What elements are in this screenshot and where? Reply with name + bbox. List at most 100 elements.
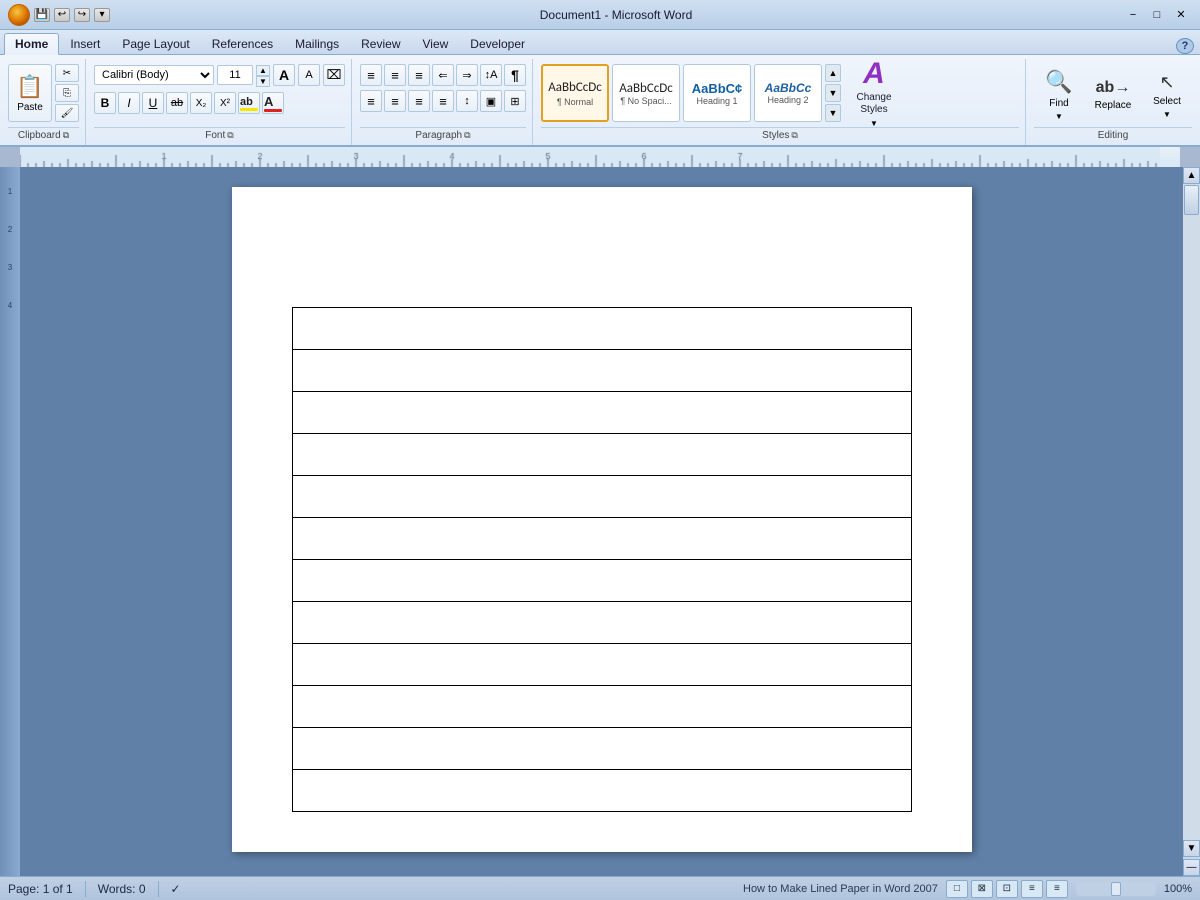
ribbon-help-btn[interactable]: ? <box>1176 38 1194 54</box>
table-cell[interactable] <box>292 518 911 560</box>
clear-formatting-button[interactable]: ⌧ <box>323 64 345 86</box>
subscript-button[interactable]: X₂ <box>190 92 212 114</box>
line-spacing-button[interactable]: ↕ <box>456 90 478 112</box>
table-cell[interactable] <box>292 434 911 476</box>
sort-button[interactable]: ↕A <box>480 64 502 86</box>
select-button[interactable]: ↖ Select ▼ <box>1142 69 1192 121</box>
font-shrink-button[interactable]: A <box>298 64 320 86</box>
styles-dialog-launcher[interactable]: ⧉ <box>791 130 797 141</box>
scroll-thumb[interactable] <box>1184 185 1199 215</box>
table-cell[interactable] <box>292 308 911 350</box>
draft-btn[interactable]: ≡ <box>1046 880 1068 898</box>
table-cell[interactable] <box>292 728 911 770</box>
numbering-button[interactable]: ≡ <box>384 64 406 86</box>
tab-mailings[interactable]: Mailings <box>284 32 350 54</box>
document-area[interactable] <box>20 167 1183 876</box>
outline-btn[interactable]: ≡ <box>1021 880 1043 898</box>
close-button[interactable]: ✕ <box>1170 5 1192 25</box>
cut-button[interactable]: ✂ <box>55 64 79 82</box>
tab-insert[interactable]: Insert <box>59 32 111 54</box>
style-heading2[interactable]: AaBbCc Heading 2 <box>754 64 822 122</box>
page-status: Page: 1 of 1 <box>8 882 73 896</box>
styles-scroll-up-btn[interactable]: ▲ <box>825 64 841 82</box>
table-cell[interactable] <box>292 602 911 644</box>
font-grow-btn[interactable]: ▲ <box>256 65 270 76</box>
ruler-right-margin <box>1180 147 1200 167</box>
zoom-thumb[interactable] <box>1111 882 1121 896</box>
font-grow-button[interactable]: A <box>273 64 295 86</box>
table-cell[interactable] <box>292 686 911 728</box>
minimize-button[interactable]: − <box>1122 5 1144 25</box>
table-cell[interactable] <box>292 476 911 518</box>
styles-scroll-down-btn[interactable]: ▼ <box>825 84 841 102</box>
show-marks-button[interactable]: ¶ <box>504 64 526 86</box>
tab-review[interactable]: Review <box>350 32 411 54</box>
quick-redo-btn[interactable]: ↪ <box>74 8 90 22</box>
superscript-button[interactable]: X² <box>214 92 236 114</box>
quick-undo-btn[interactable]: ↩ <box>54 8 70 22</box>
print-layout-btn[interactable]: □ <box>946 880 968 898</box>
text-highlight-button[interactable]: ab <box>238 92 260 114</box>
underline-button[interactable]: U <box>142 92 164 114</box>
italic-button[interactable]: I <box>118 92 140 114</box>
quick-save-btn[interactable]: 💾 <box>34 8 50 22</box>
strikethrough-button[interactable]: ab <box>166 92 188 114</box>
borders-button[interactable]: ⊞ <box>504 90 526 112</box>
tab-view[interactable]: View <box>412 32 460 54</box>
styles-more-btn[interactable]: ▼ <box>825 104 841 122</box>
v-ruler-tick: 3 <box>8 249 12 287</box>
style-normal[interactable]: AaBbCcDc ¶ Normal <box>541 64 609 122</box>
font-name-selector[interactable]: Calibri (Body) <box>94 65 214 85</box>
document-page[interactable] <box>232 187 972 852</box>
bold-button[interactable]: B <box>94 92 116 114</box>
quick-access-dropdown[interactable]: ▾ <box>94 8 110 22</box>
ruler-left-margin <box>0 147 20 167</box>
style-nospacing[interactable]: AaBbCcDc ¶ No Spaci... <box>612 64 680 122</box>
style-heading1[interactable]: AaBbC¢ Heading 1 <box>683 64 751 122</box>
clipboard-dialog-launcher[interactable]: ⧉ <box>63 130 69 141</box>
font-dialog-launcher[interactable]: ⧉ <box>227 130 233 141</box>
maximize-button[interactable]: □ <box>1146 5 1168 25</box>
font-size-input[interactable] <box>217 65 253 85</box>
paragraph-dialog-launcher[interactable]: ⧉ <box>464 130 470 141</box>
font-shrink-btn[interactable]: ▼ <box>256 76 270 87</box>
decrease-indent-button[interactable]: ⇐ <box>432 64 454 86</box>
align-left-button[interactable]: ≡ <box>360 90 382 112</box>
web-layout-btn[interactable]: ⊡ <box>996 880 1018 898</box>
full-screen-btn[interactable]: ⊠ <box>971 880 993 898</box>
zoom-slider[interactable] <box>1076 882 1156 896</box>
copy-button[interactable]: ⎘ <box>55 84 79 102</box>
proofing-icon[interactable]: ✓ <box>171 882 181 896</box>
tab-home[interactable]: Home <box>4 33 59 55</box>
table-row <box>292 602 911 644</box>
table-cell[interactable] <box>292 350 911 392</box>
justify-button[interactable]: ≡ <box>432 90 454 112</box>
table-cell[interactable] <box>292 770 911 812</box>
font-color-button[interactable]: A <box>262 92 284 114</box>
find-button[interactable]: 🔍 Find ▼ <box>1034 69 1084 121</box>
tab-developer[interactable]: Developer <box>459 32 536 54</box>
table-cell[interactable] <box>292 644 911 686</box>
increase-indent-button[interactable]: ⇒ <box>456 64 478 86</box>
paste-icon: 📋 <box>16 74 43 100</box>
format-painter-button[interactable]: 🖌 <box>55 104 79 122</box>
tab-page-layout[interactable]: Page Layout <box>111 32 200 54</box>
scroll-up-button[interactable]: ▲ <box>1183 167 1200 184</box>
paste-button[interactable]: 📋 Paste <box>8 64 52 122</box>
change-styles-button[interactable]: A Change Styles ▼ <box>844 63 904 123</box>
bullets-button[interactable]: ≡ <box>360 64 382 86</box>
document-table[interactable] <box>292 307 912 812</box>
scroll-split-button[interactable]: — <box>1183 859 1200 876</box>
status-separator <box>85 881 86 897</box>
shading-button[interactable]: ▣ <box>480 90 502 112</box>
align-center-button[interactable]: ≡ <box>384 90 406 112</box>
table-cell[interactable] <box>292 392 911 434</box>
align-right-button[interactable]: ≡ <box>408 90 430 112</box>
scroll-down-button[interactable]: ▼ <box>1183 840 1200 857</box>
multilevel-button[interactable]: ≡ <box>408 64 430 86</box>
font-group-label: Font ⧉ <box>94 127 345 143</box>
replace-button[interactable]: ab→ Replace <box>1088 69 1138 121</box>
table-cell[interactable] <box>292 560 911 602</box>
tab-references[interactable]: References <box>201 32 284 54</box>
office-orb[interactable] <box>8 4 30 26</box>
